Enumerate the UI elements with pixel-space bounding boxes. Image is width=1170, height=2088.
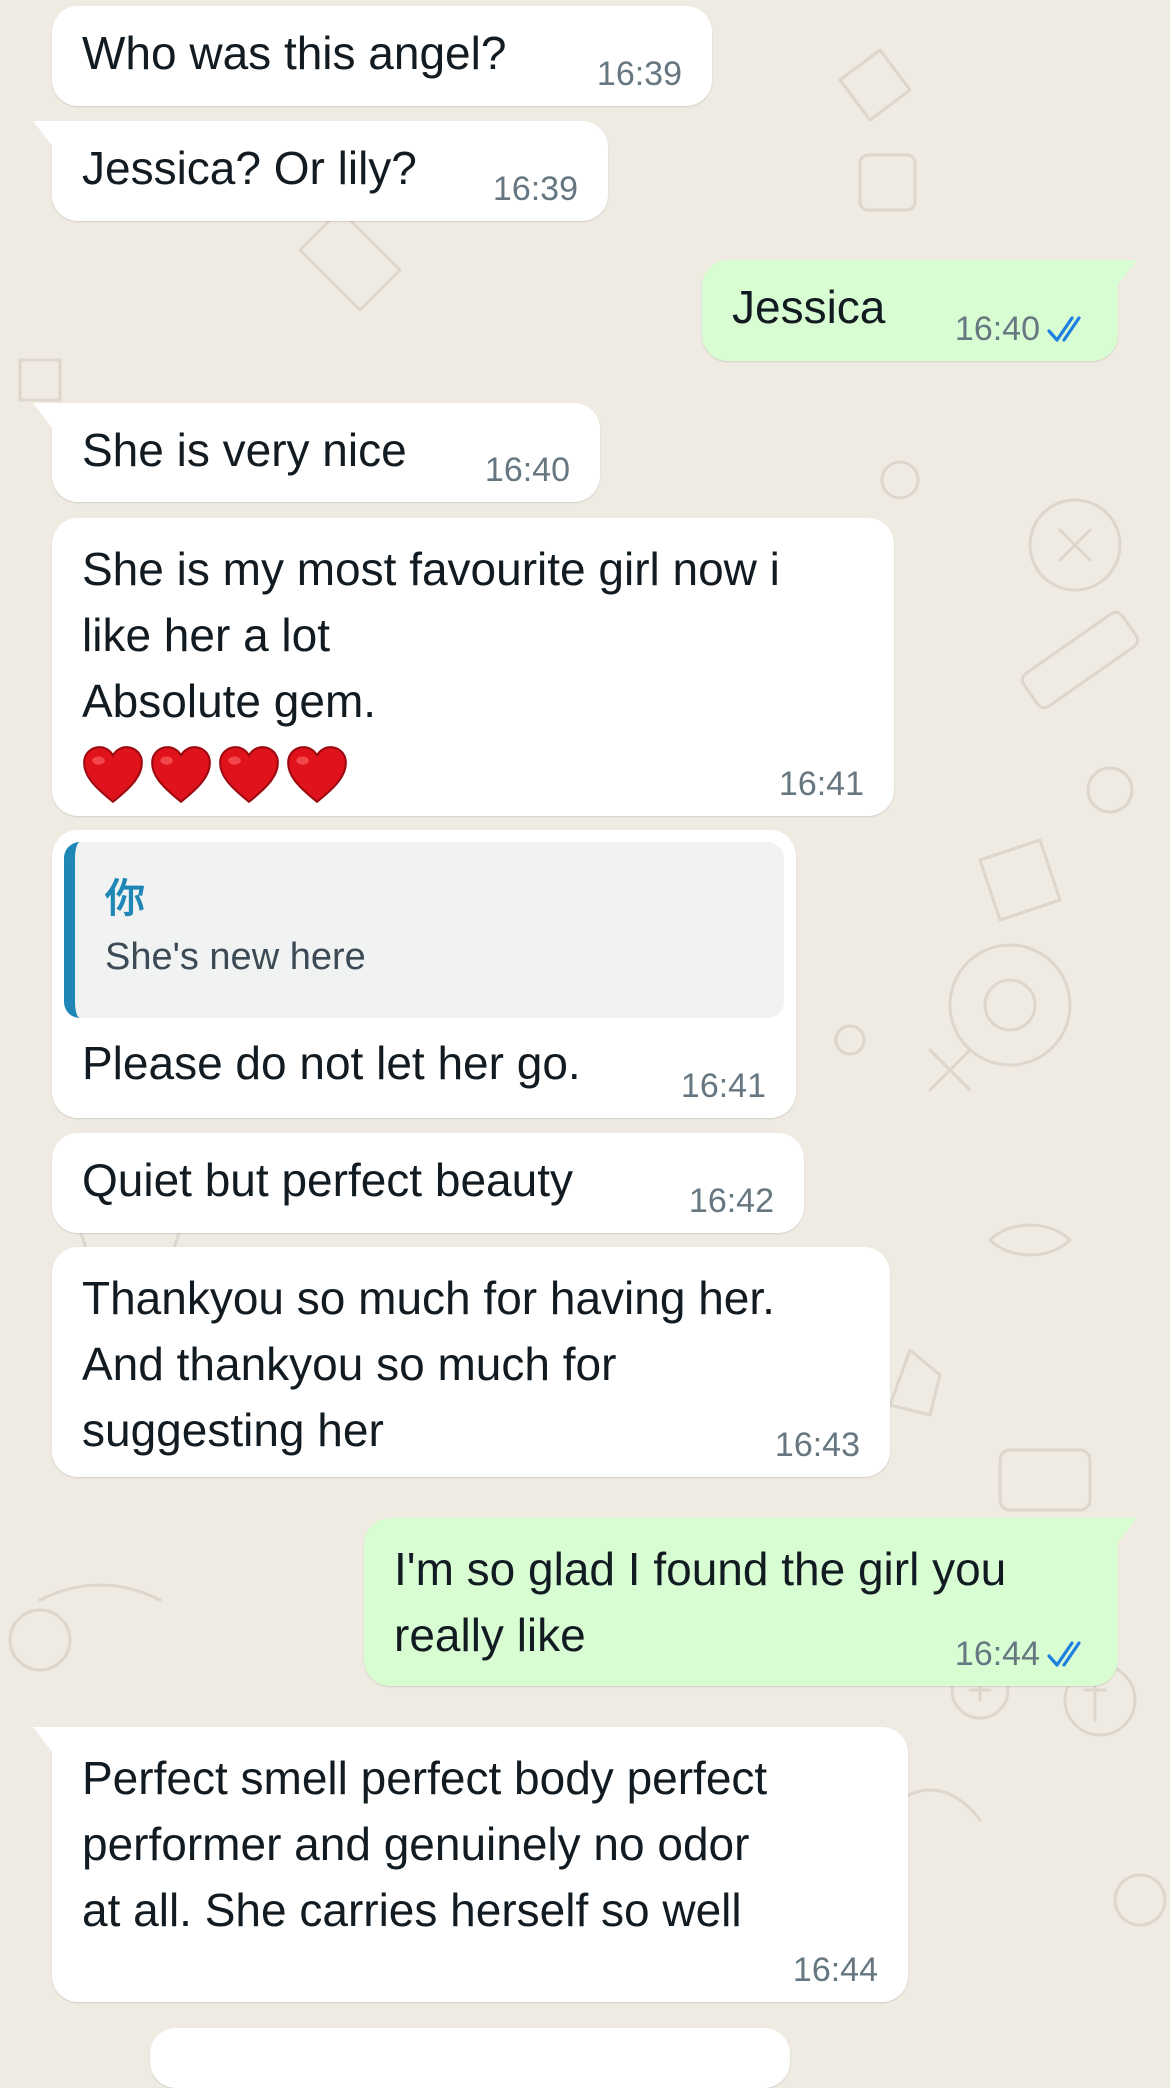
double-check-icon xyxy=(1047,1641,1081,1667)
red-heart-icon xyxy=(219,746,279,804)
message-bubble-outgoing[interactable]: Jessica 16:40 xyxy=(702,260,1137,361)
message-time: 16:40 xyxy=(485,450,570,490)
message-bubble-incoming[interactable]: Perfect smell perfect body perfect perfo… xyxy=(33,1727,908,2002)
message-time: 16:44 xyxy=(955,1634,1090,1674)
quoted-text: She's new here xyxy=(105,936,366,978)
timestamp: 16:44 xyxy=(792,1951,878,1989)
message-bubble-incoming[interactable]: Quiet but perfect beauty 16:42 xyxy=(52,1133,804,1233)
message-bubble-incoming[interactable]: 你 She's new here Please do not let her g… xyxy=(52,830,796,1118)
timestamp: 16:41 xyxy=(778,765,864,803)
timestamp: 16:42 xyxy=(688,1182,774,1220)
message-bubble-incoming[interactable]: Thankyou so much for having her. And tha… xyxy=(52,1247,890,1477)
quoted-message[interactable]: 你 She's new here xyxy=(64,842,784,1018)
timestamp: 16:40 xyxy=(484,451,570,489)
timestamp: 16:43 xyxy=(774,1426,860,1464)
red-heart-icon xyxy=(83,746,143,804)
message-text: Who was this angel? xyxy=(82,27,507,79)
message-bubble-incoming[interactable]: She is my most favourite girl now i like… xyxy=(52,518,894,816)
message-time: 16:43 xyxy=(775,1425,860,1465)
message-text: Quiet but perfect beauty xyxy=(82,1154,573,1206)
message-time: 16:42 xyxy=(689,1181,774,1221)
message-text: She is my most favourite girl now i like… xyxy=(82,543,780,727)
timestamp: 16:40 xyxy=(954,310,1040,348)
message-text: I'm so glad I found the girl you really … xyxy=(394,1543,1007,1661)
message-bubble-incoming[interactable]: She is very nice 16:40 xyxy=(33,403,600,502)
timestamp: 16:44 xyxy=(954,1635,1040,1673)
double-check-icon xyxy=(1047,316,1081,342)
message-text: Thankyou so much for having her. And tha… xyxy=(82,1272,775,1456)
message-text: Perfect smell perfect body perfect perfo… xyxy=(82,1752,768,1936)
conversation[interactable]: Who was this angel? 16:39 Jessica? Or li… xyxy=(0,0,1170,2088)
message-text: Please do not let her go. xyxy=(82,1037,581,1089)
message-text: Jessica? Or lily? xyxy=(82,142,417,194)
message-bubble-outgoing[interactable]: I'm so glad I found the girl you really … xyxy=(364,1518,1137,1686)
message-time: 16:41 xyxy=(779,764,864,804)
red-heart-icon xyxy=(151,746,211,804)
timestamp: 16:39 xyxy=(492,170,578,208)
message-bubble-incoming[interactable]: Jessica? Or lily? 16:39 xyxy=(33,121,608,221)
message-bubble-incoming[interactable] xyxy=(150,2028,790,2088)
message-bubble-incoming[interactable]: Who was this angel? 16:39 xyxy=(52,6,712,106)
red-heart-icon xyxy=(287,746,347,804)
timestamp: 16:41 xyxy=(680,1067,766,1105)
message-time: 16:44 xyxy=(793,1950,878,1990)
quoted-sender: 你 xyxy=(105,877,145,921)
emoji-row xyxy=(80,742,350,808)
timestamp: 16:39 xyxy=(596,55,682,93)
message-time: 16:41 xyxy=(681,1066,766,1106)
message-text: Jessica xyxy=(732,281,886,333)
message-time: 16:39 xyxy=(597,54,682,94)
message-time: 16:39 xyxy=(493,169,578,209)
message-time: 16:40 xyxy=(955,309,1090,349)
message-text: She is very nice xyxy=(82,424,407,476)
